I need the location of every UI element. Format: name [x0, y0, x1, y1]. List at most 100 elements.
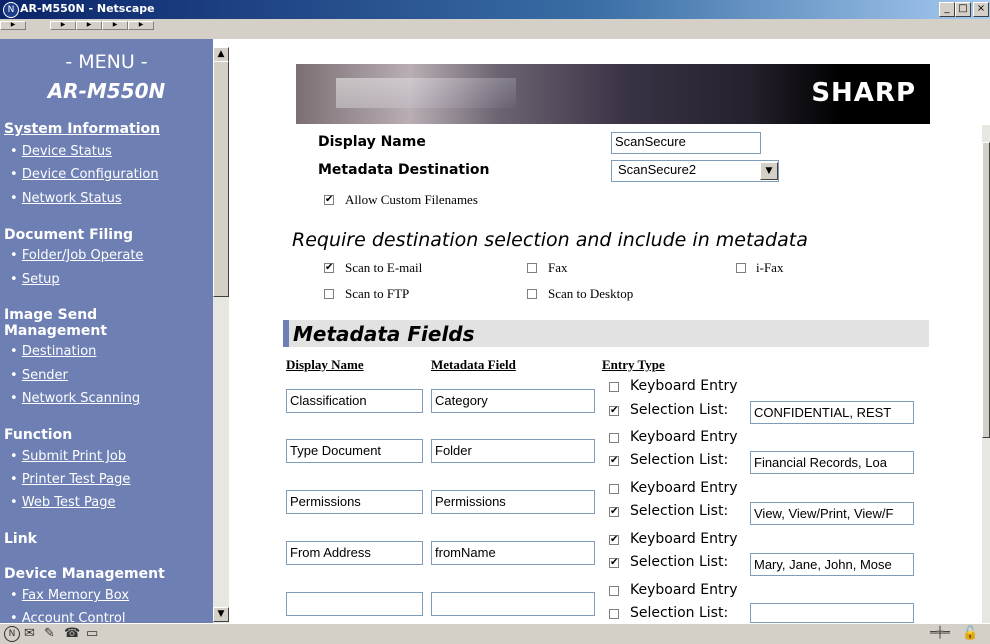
tasks-icon[interactable]: ▭ — [86, 626, 98, 641]
selection-list-label: Selection List: — [630, 452, 729, 468]
scroll-up-icon[interactable]: ▲ — [213, 47, 229, 62]
column-header-metadata-field: Metadata Field — [431, 357, 516, 372]
selection-list-input[interactable]: CONFIDENTIAL, REST — [750, 401, 914, 424]
mail-icon[interactable]: ✉ — [24, 626, 35, 641]
metadata-destination-label: Metadata Destination — [318, 162, 490, 178]
maximize-button[interactable]: □ — [955, 2, 971, 17]
menu-item-folder-job-operate[interactable]: • Folder/Job Operate — [10, 248, 143, 263]
selection-list-label: Selection List: — [630, 554, 729, 570]
nav-arrow-icon[interactable]: ▶ — [102, 21, 128, 30]
menu-section-function: Function — [4, 427, 73, 443]
menu-section-system-information[interactable]: System Information — [4, 121, 160, 137]
ifax-label: i-Fax — [756, 260, 784, 275]
require-destination-heading: Require destination selection and includ… — [292, 229, 808, 251]
selection-list-input[interactable] — [750, 603, 914, 623]
nav-arrow-icon[interactable]: ▶ — [128, 21, 154, 30]
menu-item-fax-memory-box[interactable]: • Fax Memory Box — [10, 588, 129, 603]
keyboard-entry-label: Keyboard Entry — [630, 480, 738, 496]
header-accent — [283, 320, 289, 347]
menu-item-network-status[interactable]: • Network Status — [10, 191, 122, 206]
keyboard-entry-label: Keyboard Entry — [630, 531, 738, 547]
menu-item-device-status[interactable]: • Device Status — [10, 144, 112, 159]
scan-to-ftp-checkbox[interactable] — [324, 289, 334, 299]
nav-arrow-icon[interactable]: ▶ — [0, 21, 26, 30]
column-header-entry-type: Entry Type — [602, 357, 665, 372]
minimize-button[interactable]: _ — [939, 2, 955, 17]
display-name-label: Display Name — [318, 134, 426, 150]
menu-item-device-configuration[interactable]: • Device Configuration — [10, 167, 159, 182]
scan-to-ftp-label: Scan to FTP — [345, 286, 410, 301]
row-display-name-input[interactable]: From Address — [286, 541, 423, 565]
row-display-name-input[interactable]: Permissions — [286, 490, 423, 514]
menu-item-setup[interactable]: • Setup — [10, 272, 60, 287]
selection-list-label: Selection List: — [630, 605, 729, 621]
row-metadata-field-input[interactable]: fromName — [431, 541, 595, 565]
row-display-name-input[interactable] — [286, 592, 423, 616]
display-name-input[interactable]: ScanSecure — [611, 132, 761, 154]
addressbook-icon[interactable]: ☎ — [64, 626, 80, 641]
allow-custom-filenames-checkbox[interactable]: ✔ — [324, 195, 334, 205]
metadata-fields-heading: Metadata Fields — [293, 322, 475, 346]
scan-to-desktop-label: Scan to Desktop — [548, 286, 634, 301]
row-metadata-field-input[interactable]: Folder — [431, 439, 595, 463]
ifax-checkbox[interactable] — [736, 263, 746, 273]
selection-list-checkbox[interactable]: ✔ — [609, 456, 619, 466]
menu-item-account-control[interactable]: • Account Control — [10, 611, 125, 623]
menu-section-link: Link — [4, 531, 37, 547]
banner-decoration — [336, 78, 516, 108]
offline-icon[interactable]: ═╪═ — [930, 626, 950, 639]
menu-item-printer-test-page[interactable]: • Printer Test Page — [10, 472, 130, 487]
composer-icon[interactable]: ✎ — [44, 626, 55, 641]
sharp-logo: SHARP — [811, 78, 916, 108]
keyboard-entry-label: Keyboard Entry — [630, 582, 738, 598]
scroll-down-icon[interactable]: ▼ — [213, 607, 229, 622]
keyboard-entry-checkbox[interactable] — [609, 586, 619, 596]
menu-item-destination[interactable]: • Destination — [10, 344, 96, 359]
row-metadata-field-input[interactable]: Permissions — [431, 490, 595, 514]
keyboard-entry-checkbox[interactable] — [609, 433, 619, 443]
row-display-name-input[interactable]: Classification — [286, 389, 423, 413]
keyboard-entry-label: Keyboard Entry — [630, 378, 738, 394]
selection-list-checkbox[interactable]: ✔ — [609, 558, 619, 568]
chevron-down-icon[interactable]: ▼ — [760, 162, 778, 180]
menu-model: AR-M550N — [47, 79, 166, 103]
metadata-destination-select[interactable]: ScanSecure2 — [611, 160, 779, 182]
nav-arrow-icon[interactable]: ▶ — [50, 21, 76, 30]
selection-list-checkbox[interactable] — [609, 609, 619, 619]
selection-list-checkbox[interactable]: ✔ — [609, 507, 619, 517]
row-metadata-field-input[interactable]: Category — [431, 389, 595, 413]
scan-to-email-label: Scan to E-mail — [345, 260, 423, 275]
selection-list-input[interactable]: View, View/Print, View/F — [750, 502, 914, 525]
keyboard-entry-checkbox[interactable] — [609, 484, 619, 494]
window-title: AR-M550N - Netscape — [20, 2, 155, 15]
menu-scroll-thumb[interactable] — [213, 61, 229, 297]
menu-item-network-scanning[interactable]: • Network Scanning — [10, 391, 140, 406]
selection-list-label: Selection List: — [630, 402, 729, 418]
content-scroll-thumb[interactable] — [982, 142, 990, 438]
status-bar — [0, 623, 990, 644]
row-metadata-field-input[interactable] — [431, 592, 595, 616]
sharp-banner: SHARP — [296, 64, 930, 124]
close-button[interactable]: × — [973, 2, 989, 17]
keyboard-entry-label: Keyboard Entry — [630, 429, 738, 445]
scan-to-desktop-checkbox[interactable] — [527, 289, 537, 299]
menu-section-device-management: Device Management — [4, 566, 165, 582]
fax-label: Fax — [548, 260, 568, 275]
scan-to-email-checkbox[interactable]: ✔ — [324, 263, 334, 273]
menu-item-web-test-page[interactable]: • Web Test Page — [10, 495, 116, 510]
menu-frame: - MENU - AR-M550N System Information • D… — [0, 39, 213, 623]
row-display-name-input[interactable]: Type Document — [286, 439, 423, 463]
column-header-display-name: Display Name — [286, 357, 364, 372]
selection-list-input[interactable]: Mary, Jane, John, Mose — [750, 553, 914, 576]
selection-list-input[interactable]: Financial Records, Loa — [750, 451, 914, 474]
menu-item-submit-print-job[interactable]: • Submit Print Job — [10, 449, 126, 464]
keyboard-entry-checkbox[interactable]: ✔ — [609, 535, 619, 545]
fax-checkbox[interactable] — [527, 263, 537, 273]
nav-arrow-icon[interactable]: ▶ — [76, 21, 102, 30]
netscape-icon[interactable]: N — [4, 626, 20, 642]
lock-icon[interactable]: 🔓 — [962, 626, 978, 641]
selection-list-checkbox[interactable]: ✔ — [609, 406, 619, 416]
menu-section-document-filing: Document Filing — [4, 227, 134, 243]
menu-item-sender[interactable]: • Sender — [10, 368, 68, 383]
keyboard-entry-checkbox[interactable] — [609, 382, 619, 392]
